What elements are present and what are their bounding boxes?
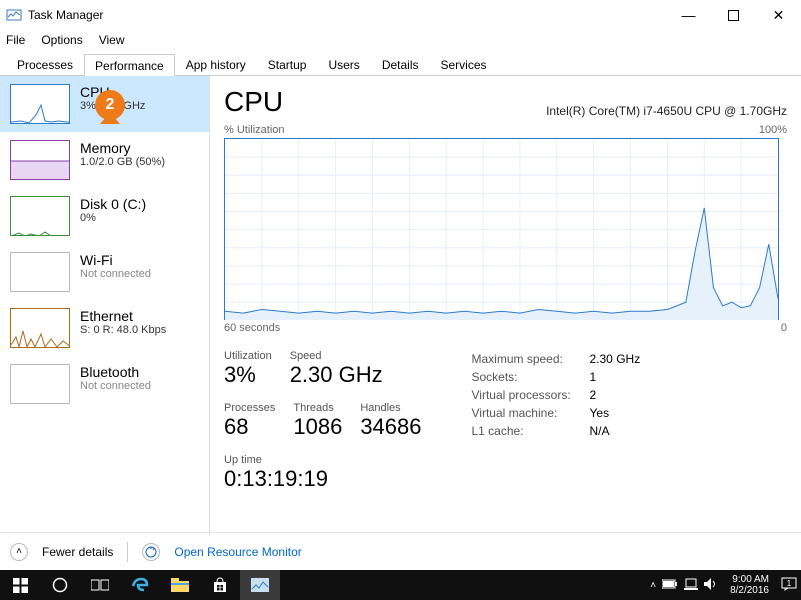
title-bar: Task Manager — ✕ <box>0 0 801 30</box>
sidebar-bluetooth-sub: Not connected <box>80 380 151 392</box>
time-axis-right: 0 <box>781 322 787 334</box>
disk-thumb <box>10 196 70 236</box>
speed-label: Speed <box>290 350 383 362</box>
tab-startup[interactable]: Startup <box>257 53 318 75</box>
tab-users[interactable]: Users <box>317 53 370 75</box>
detail-title: CPU <box>224 86 283 118</box>
sockets-value: 1 <box>590 370 597 384</box>
vproc-value: 2 <box>590 388 597 402</box>
fewer-details-link[interactable]: Fewer details <box>42 545 113 559</box>
clock[interactable]: 9:00 AM 8/2/2016 <box>724 574 775 596</box>
maximize-button[interactable] <box>711 0 756 30</box>
sidebar-memory-sub: 1.0/2.0 GB (50%) <box>80 156 165 168</box>
bluetooth-thumb <box>10 364 70 404</box>
tab-performance[interactable]: Performance <box>84 54 175 76</box>
max-speed-key: Maximum speed: <box>472 352 582 366</box>
uptime-label: Up time <box>224 454 328 466</box>
network-icon[interactable] <box>684 578 698 593</box>
battery-icon[interactable] <box>662 579 678 592</box>
wifi-thumb <box>10 252 70 292</box>
detail-panel: CPU Intel(R) Core(TM) i7-4650U CPU @ 1.7… <box>210 76 801 536</box>
axis-label-right: 100% <box>759 124 787 136</box>
ethernet-thumb <box>10 308 70 348</box>
chart-line <box>225 139 778 320</box>
uptime-value: 0:13:19:19 <box>224 466 328 492</box>
menu-file[interactable]: File <box>6 33 25 47</box>
tab-details[interactable]: Details <box>371 53 430 75</box>
volume-icon[interactable] <box>704 578 718 593</box>
tab-processes[interactable]: Processes <box>6 53 84 75</box>
taskbar: ˄ 9:00 AM 8/2/2016 1 <box>0 570 801 600</box>
sidebar-item-wifi[interactable]: Wi-Fi Not connected <box>0 244 209 300</box>
svg-text:1: 1 <box>787 579 792 588</box>
close-button[interactable]: ✕ <box>756 0 801 30</box>
cortana-button[interactable] <box>40 570 80 600</box>
minimize-button[interactable]: — <box>666 0 711 30</box>
open-resmon-link[interactable]: Open Resource Monitor <box>174 545 301 559</box>
sidebar-ethernet-sub: S: 0 R: 48.0 Kbps <box>80 324 166 336</box>
utilization-label: Utilization <box>224 350 272 362</box>
separator <box>127 542 128 562</box>
menu-view[interactable]: View <box>99 33 125 47</box>
resmon-icon[interactable] <box>142 543 160 561</box>
file-explorer-icon[interactable] <box>160 570 200 600</box>
speed-value: 2.30 GHz <box>290 362 383 388</box>
tab-services[interactable]: Services <box>430 53 498 75</box>
menu-bar: File Options View <box>0 30 801 50</box>
handles-value: 34686 <box>360 414 421 440</box>
handles-label: Handles <box>360 402 421 414</box>
threads-value: 1086 <box>293 414 342 440</box>
axis-label-left: % Utilization <box>224 124 285 136</box>
sidebar-item-ethernet[interactable]: Ethernet S: 0 R: 48.0 Kbps <box>0 300 209 356</box>
task-view-button[interactable] <box>80 570 120 600</box>
main-area: CPU 3% 1.50 GHz Memory 1.0/2.0 GB (50%) … <box>0 76 801 536</box>
menu-options[interactable]: Options <box>41 33 82 47</box>
utilization-value: 3% <box>224 362 272 388</box>
tab-strip: Processes Performance App history Startu… <box>0 50 801 76</box>
sidebar-item-bluetooth[interactable]: Bluetooth Not connected <box>0 356 209 412</box>
vmach-key: Virtual machine: <box>472 406 582 420</box>
max-speed-value: 2.30 GHz <box>590 352 641 366</box>
app-icon <box>6 7 22 23</box>
sidebar-item-disk[interactable]: Disk 0 (C:) 0% <box>0 188 209 244</box>
sidebar-wifi-sub: Not connected <box>80 268 151 280</box>
sidebar-wifi-title: Wi-Fi <box>80 252 151 268</box>
tab-app-history[interactable]: App history <box>175 53 257 75</box>
l1-key: L1 cache: <box>472 424 582 438</box>
time-axis-left: 60 seconds <box>224 322 280 334</box>
memory-thumb <box>10 140 70 180</box>
footer-bar: ˄ Fewer details Open Resource Monitor <box>0 532 801 570</box>
action-center-icon[interactable]: 1 <box>781 577 797 594</box>
chevron-up-icon[interactable]: ˄ <box>10 543 28 561</box>
sockets-key: Sockets: <box>472 370 582 384</box>
sidebar-ethernet-title: Ethernet <box>80 308 166 324</box>
cpu-info-table: Maximum speed: 2.30 GHz Sockets: 1 Virtual… <box>472 350 641 492</box>
perf-sidebar: CPU 3% 1.50 GHz Memory 1.0/2.0 GB (50%) … <box>0 76 210 536</box>
store-icon[interactable] <box>200 570 240 600</box>
tutorial-badge: 2 <box>93 90 127 130</box>
sidebar-disk-sub: 0% <box>80 212 146 224</box>
processes-value: 68 <box>224 414 275 440</box>
processes-label: Processes <box>224 402 275 414</box>
edge-icon[interactable] <box>120 570 160 600</box>
vproc-key: Virtual processors: <box>472 388 582 402</box>
taskmgr-taskbar-icon[interactable] <box>240 570 280 600</box>
tray-chevron-icon[interactable]: ˄ <box>650 580 656 591</box>
cpu-chart[interactable] <box>224 138 779 320</box>
clock-date: 8/2/2016 <box>730 585 769 596</box>
l1-value: N/A <box>590 424 610 438</box>
start-button[interactable] <box>0 570 40 600</box>
sidebar-bluetooth-title: Bluetooth <box>80 364 151 380</box>
window-title: Task Manager <box>28 8 103 22</box>
processor-name: Intel(R) Core(TM) i7-4650U CPU @ 1.70GHz <box>546 104 787 118</box>
stats-area: Utilization 3% Speed 2.30 GHz Processes … <box>224 350 787 492</box>
sidebar-memory-title: Memory <box>80 140 165 156</box>
sidebar-item-memory[interactable]: Memory 1.0/2.0 GB (50%) <box>0 132 209 188</box>
cpu-thumb <box>10 84 70 124</box>
threads-label: Threads <box>293 402 342 414</box>
vmach-value: Yes <box>590 406 610 420</box>
sidebar-disk-title: Disk 0 (C:) <box>80 196 146 212</box>
clock-time: 9:00 AM <box>730 574 769 585</box>
